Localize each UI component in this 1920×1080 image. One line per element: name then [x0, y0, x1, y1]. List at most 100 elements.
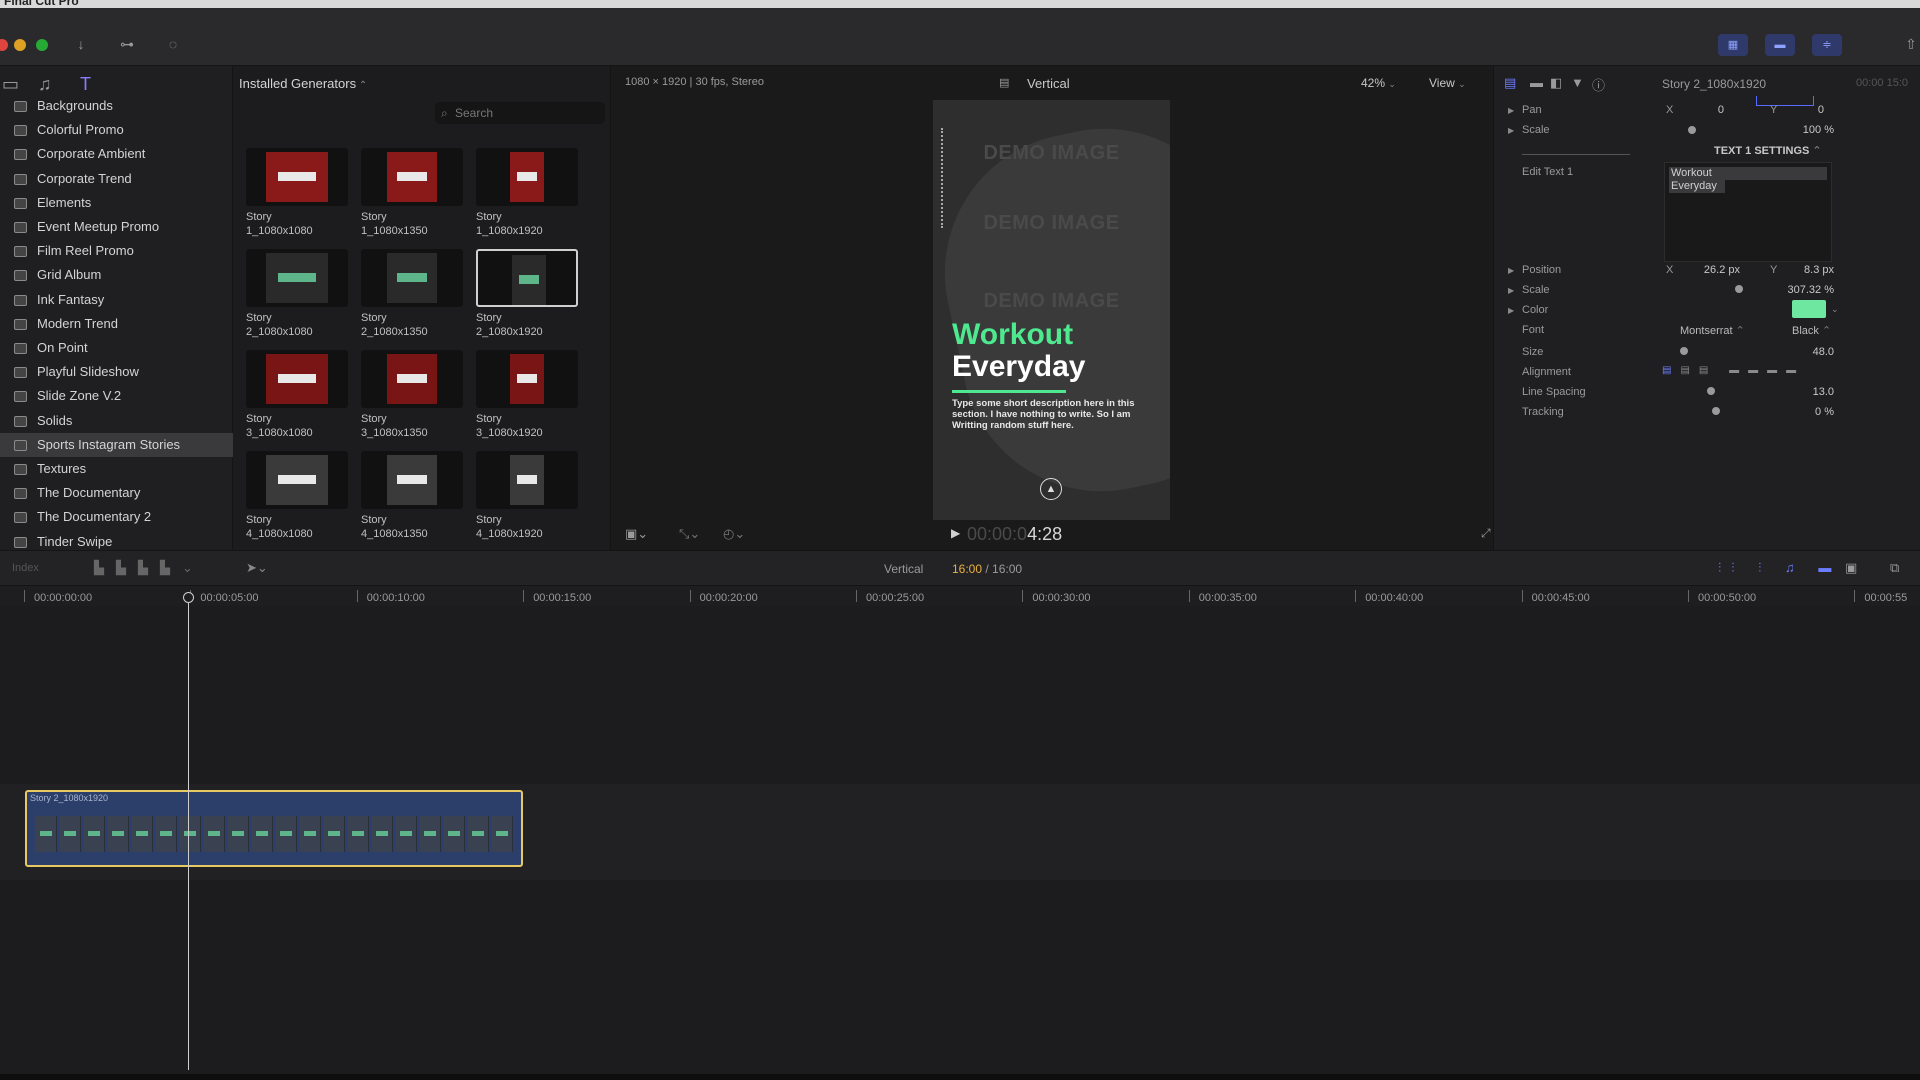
view-menu[interactable]: View ⌄: [1429, 76, 1466, 90]
size-slider[interactable]: [1680, 347, 1688, 355]
generator-thumbnail[interactable]: [476, 350, 578, 408]
chevron-down-icon[interactable]: ⌄: [1831, 304, 1839, 315]
description-text: Type some short description here in this…: [952, 398, 1135, 431]
generator-category-item[interactable]: Backgrounds: [0, 94, 233, 118]
generator-category-item[interactable]: Corporate Ambient: [0, 142, 233, 166]
timeline-view-buttons[interactable]: ⫶⫶ ⫶ ♫ ▬: [1718, 560, 1841, 576]
generator-thumbnail[interactable]: [246, 350, 348, 408]
background-tasks-icon[interactable]: ◌: [162, 36, 184, 56]
video-inspector-icon[interactable]: ▬: [1530, 75, 1543, 90]
generator-category-item[interactable]: Grid Album: [0, 263, 233, 287]
generator-thumbnail[interactable]: [476, 148, 578, 206]
edit-text-field[interactable]: Workout Everyday: [1664, 162, 1832, 262]
pan-disclosure-icon[interactable]: ▶: [1508, 106, 1514, 115]
generator-thumbnail[interactable]: [246, 249, 348, 307]
font-family-menu[interactable]: Montserrat ⌃: [1680, 324, 1745, 337]
browser-toggle-icon[interactable]: ▦: [1718, 34, 1748, 56]
zoom-menu[interactable]: 42% ⌄: [1361, 76, 1396, 90]
generator-thumbnail[interactable]: [246, 451, 348, 509]
info-icon[interactable]: ⓘ: [1592, 75, 1605, 94]
color-swatch[interactable]: [1792, 300, 1826, 318]
zoom-button[interactable]: [36, 39, 48, 51]
generator-category-item[interactable]: Playful Slideshow: [0, 360, 233, 384]
generator-category-item[interactable]: Solids: [0, 409, 233, 433]
import-icon[interactable]: ↓: [68, 36, 94, 56]
close-button[interactable]: [0, 39, 8, 51]
scale-value[interactable]: 100 %: [1774, 124, 1834, 136]
clip-frame: [443, 816, 465, 852]
position-y-value[interactable]: 8.3 px: [1784, 264, 1834, 276]
scale-disclosure-icon[interactable]: ▶: [1508, 126, 1514, 135]
tracking-slider[interactable]: [1712, 407, 1720, 415]
generator-category-item[interactable]: Film Reel Promo: [0, 239, 233, 263]
generator-thumbnail[interactable]: [476, 249, 578, 307]
generator-thumbnail[interactable]: [361, 249, 463, 307]
line-spacing-slider[interactable]: [1707, 387, 1715, 395]
tracking-value[interactable]: 0 %: [1784, 406, 1834, 418]
text-scale-value[interactable]: 307.32 %: [1764, 284, 1834, 296]
text-scale-slider[interactable]: [1735, 285, 1743, 293]
generator-category-item[interactable]: Ink Fantasy: [0, 288, 233, 312]
position-x-value[interactable]: 26.2 px: [1684, 264, 1740, 276]
color-disclosure-icon[interactable]: ▶: [1508, 306, 1514, 315]
size-value[interactable]: 48.0: [1784, 346, 1834, 358]
transition-inspector-icon[interactable]: ◧: [1550, 75, 1562, 91]
libraries-icon[interactable]: ▭: [2, 74, 19, 95]
generator-category-item[interactable]: Modern Trend: [0, 312, 233, 336]
app-menu[interactable]: Final Cut Pro: [4, 0, 79, 8]
playhead-handle[interactable]: [183, 592, 194, 603]
titles-generators-icon[interactable]: T: [80, 74, 91, 95]
generator-category-item[interactable]: Textures: [0, 457, 233, 481]
viewer-options-icon[interactable]: ▣⌄: [625, 526, 648, 542]
text-scale-disclosure-icon[interactable]: ▶: [1508, 286, 1514, 295]
generator-category-item[interactable]: Colorful Promo: [0, 118, 233, 142]
search-input[interactable]: ⌕ Search: [435, 102, 605, 124]
generator-folder-icon: [14, 536, 27, 548]
generator-category-item[interactable]: Corporate Trend: [0, 167, 233, 191]
minimize-button[interactable]: [14, 39, 26, 51]
generator-thumbnail[interactable]: [361, 451, 463, 509]
generator-inspector-icon[interactable]: ▤: [1504, 75, 1516, 91]
effects-browser-icon[interactable]: ⧉: [1890, 560, 1899, 576]
share-icon[interactable]: ⇧: [1902, 36, 1920, 56]
color-inspector-icon[interactable]: ▼: [1571, 75, 1584, 90]
pan-y-value[interactable]: 0: [1794, 104, 1824, 116]
generator-thumbnail[interactable]: [361, 350, 463, 408]
timeline-ruler[interactable]: [0, 586, 1920, 606]
generator-category-item[interactable]: Slide Zone V.2: [0, 384, 233, 408]
timeline-toggle-icon[interactable]: ▬: [1765, 34, 1795, 56]
fullscreen-icon[interactable]: ⤢: [1481, 526, 1491, 541]
position-disclosure-icon[interactable]: ▶: [1508, 266, 1514, 275]
generator-thumbnail[interactable]: [246, 148, 348, 206]
speed-icon[interactable]: ◴⌄: [723, 526, 745, 542]
thumbnail-label: Story 1_1080x1080: [246, 211, 313, 237]
text-settings-menu[interactable]: TEXT 1 SETTINGS ⌃: [1714, 144, 1822, 157]
generator-category-item[interactable]: The Documentary: [0, 481, 233, 505]
photos-audio-icon[interactable]: ♫: [38, 74, 52, 95]
keywords-icon[interactable]: ⊶: [112, 36, 142, 56]
alignment-buttons[interactable]: ▤▤▤ ▬▬▬▬: [1662, 365, 1805, 376]
generator-category-item[interactable]: Event Meetup Promo: [0, 215, 233, 239]
generator-category-item[interactable]: Sports Instagram Stories: [0, 432, 233, 457]
generator-category-item[interactable]: The Documentary 2: [0, 505, 233, 529]
generator-thumbnail[interactable]: [361, 148, 463, 206]
generator-thumbnail[interactable]: [476, 451, 578, 509]
clip-appearance-icon[interactable]: ▣: [1845, 560, 1857, 576]
index-button[interactable]: Index: [12, 562, 39, 574]
font-weight-menu[interactable]: Black ⌃: [1792, 324, 1831, 337]
playhead[interactable]: [183, 592, 194, 1070]
edit-buttons[interactable]: ▙▙▙▙⌄: [94, 560, 205, 576]
inspector-toggle-icon[interactable]: ≑: [1812, 34, 1842, 56]
viewer-timecode[interactable]: 00:00:04:28: [967, 524, 1062, 545]
play-button[interactable]: ▶: [951, 526, 960, 540]
generator-category-item[interactable]: On Point: [0, 336, 233, 360]
generator-category-item[interactable]: Elements: [0, 191, 233, 215]
browser-header[interactable]: Installed Generators ⌃: [239, 76, 367, 91]
transform-icon[interactable]: ⤡⌄: [679, 526, 700, 542]
generator-clip[interactable]: Story 2_1080x1920: [25, 790, 523, 867]
ruler-tick: [523, 590, 525, 602]
line-spacing-value[interactable]: 13.0: [1784, 386, 1834, 398]
pan-x-value[interactable]: 0: [1694, 104, 1724, 116]
scale-slider[interactable]: [1688, 126, 1696, 134]
select-tool-icon[interactable]: ➤⌄: [246, 560, 268, 576]
